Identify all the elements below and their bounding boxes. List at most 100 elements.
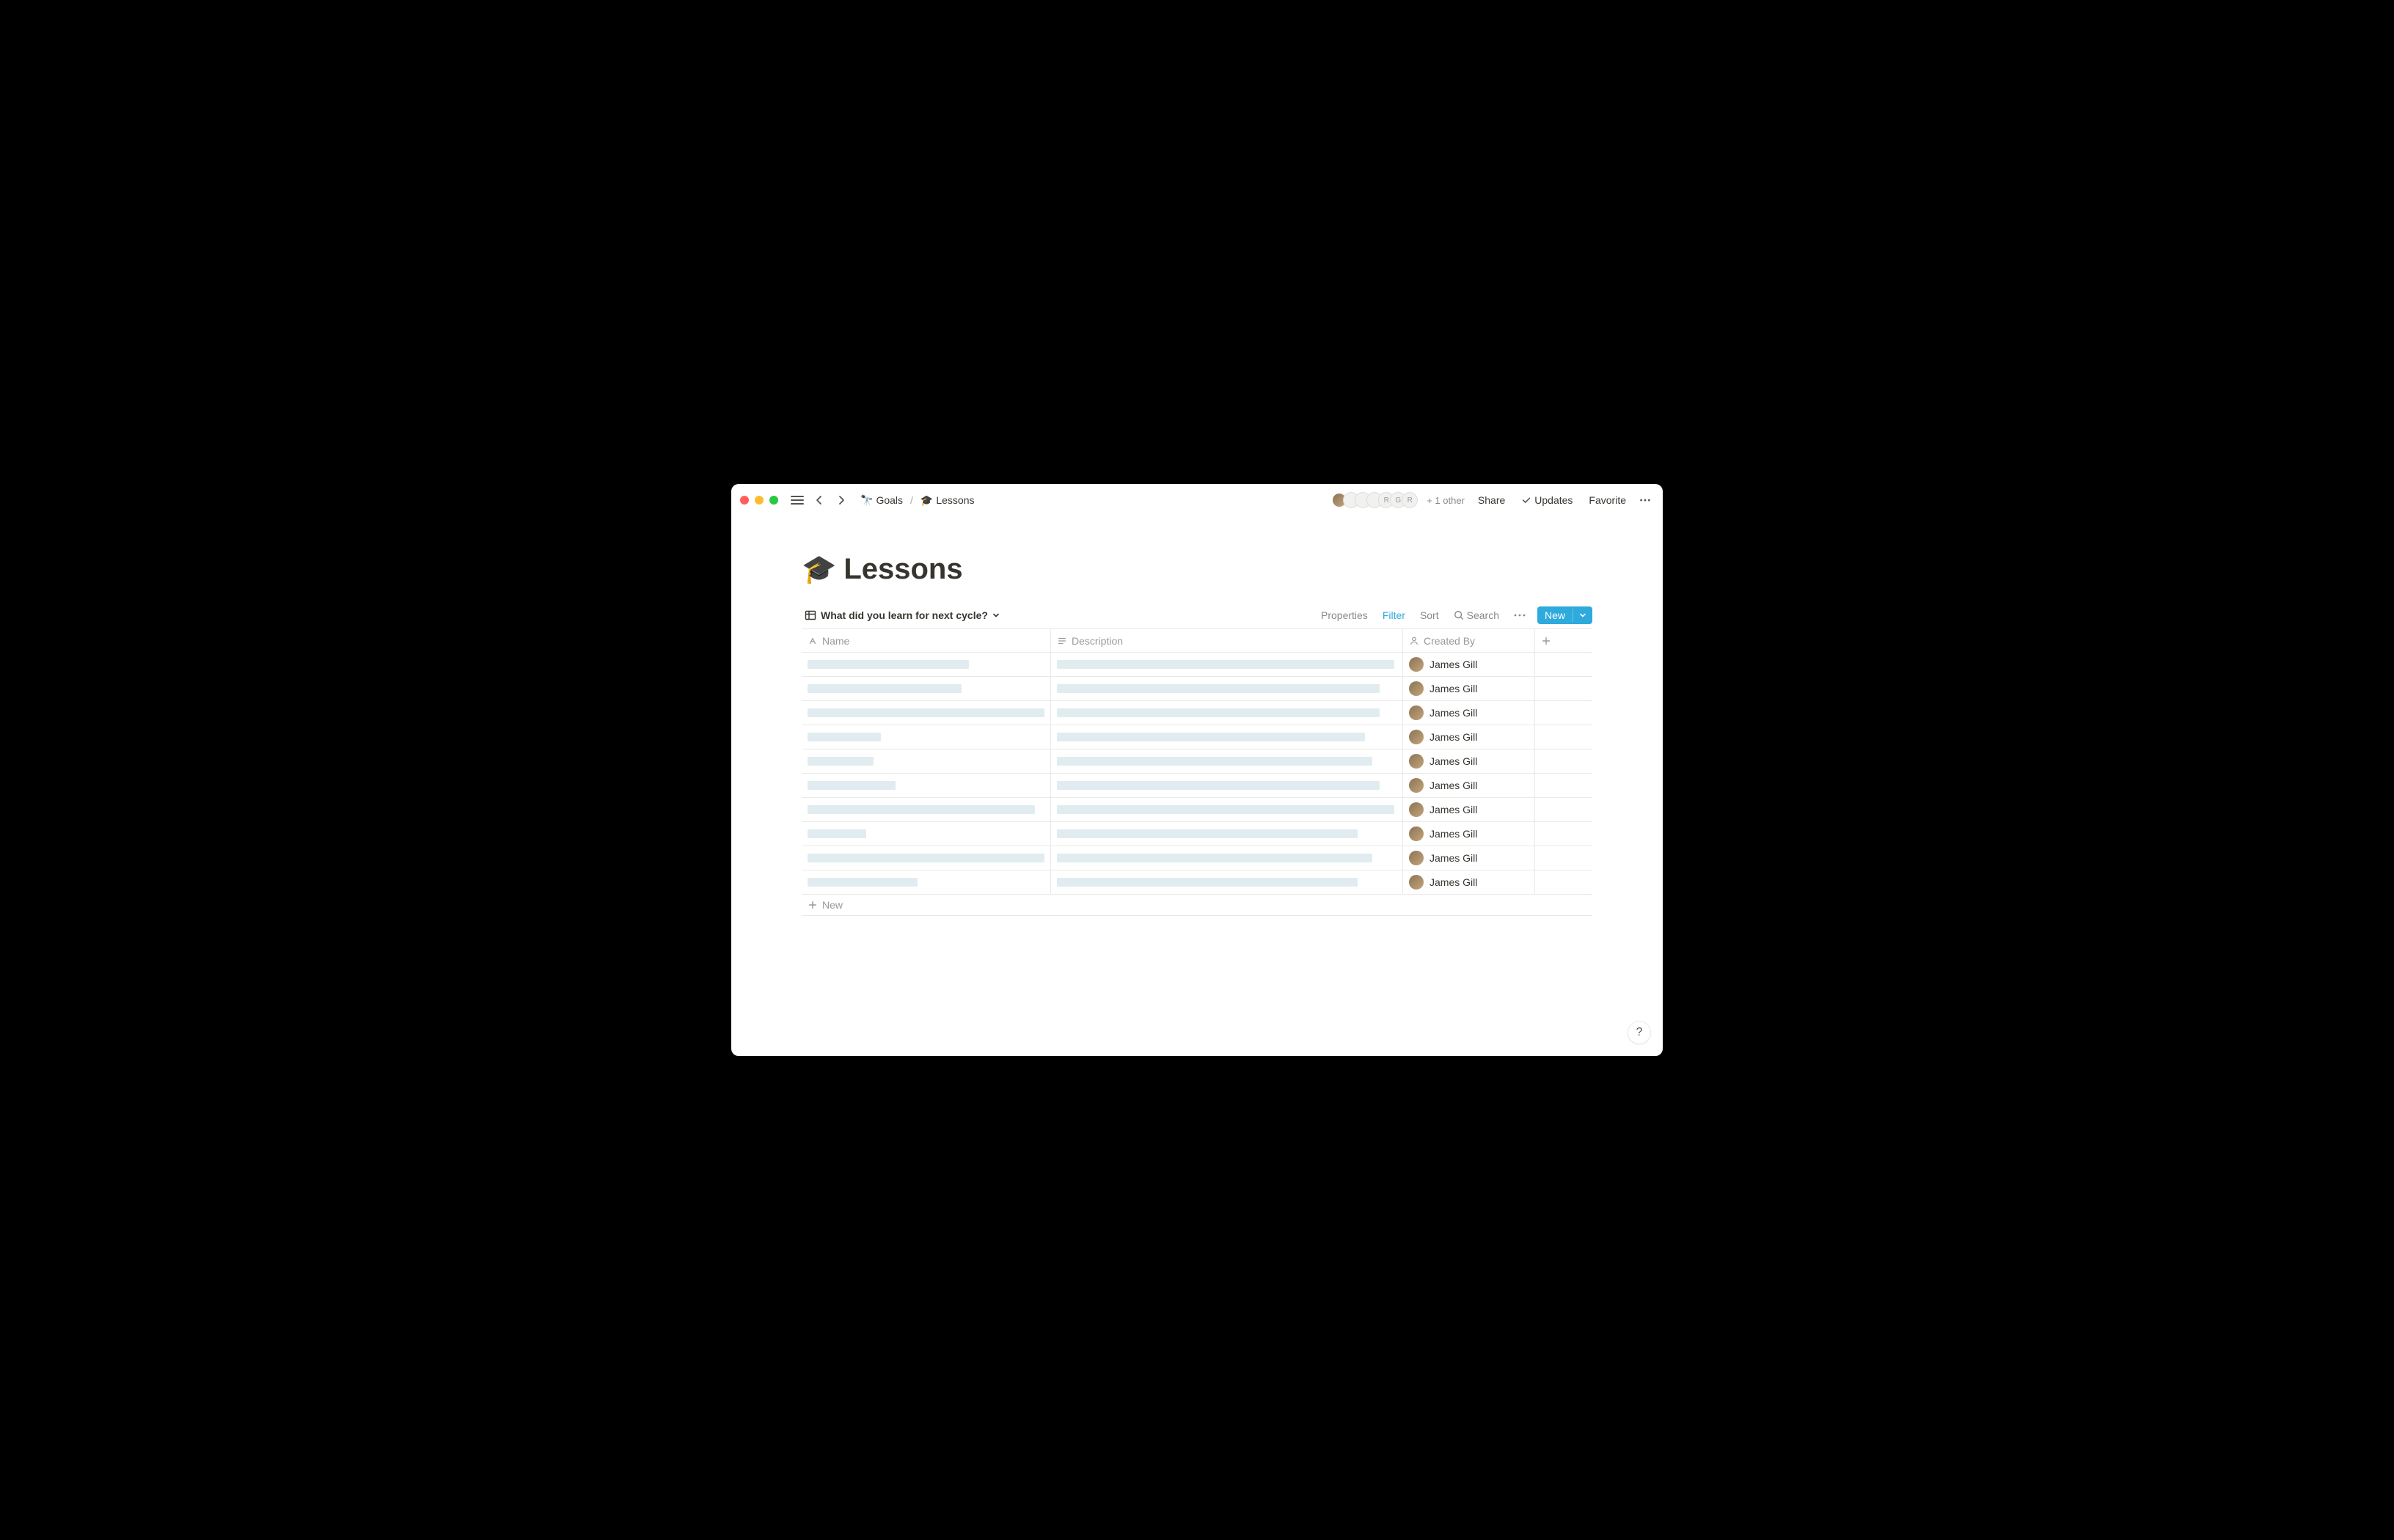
cell-created-by[interactable]: James Gill xyxy=(1403,846,1535,870)
creator-name: James Gill xyxy=(1430,804,1477,815)
properties-button[interactable]: Properties xyxy=(1318,608,1371,623)
redacted-text xyxy=(808,684,962,693)
help-button[interactable]: ? xyxy=(1628,1021,1651,1044)
new-button[interactable]: New xyxy=(1537,606,1592,624)
app-window: 🔭 Goals / 🎓 Lessons R G R + 1 other Shar… xyxy=(731,484,1663,1056)
cell-description[interactable] xyxy=(1051,846,1403,870)
cell-empty xyxy=(1535,677,1592,701)
column-header-created-by[interactable]: Created By xyxy=(1403,629,1535,653)
filter-button[interactable]: Filter xyxy=(1380,608,1408,623)
favorite-button[interactable]: Favorite xyxy=(1583,491,1632,509)
cell-empty xyxy=(1535,653,1592,677)
dots-icon xyxy=(1514,614,1526,617)
redacted-text xyxy=(808,878,918,887)
cell-created-by[interactable]: James Gill xyxy=(1403,653,1535,677)
cell-description[interactable] xyxy=(1051,798,1403,822)
close-window-button[interactable] xyxy=(740,496,749,505)
redacted-text xyxy=(808,854,1044,862)
cell-description[interactable] xyxy=(1051,749,1403,774)
redacted-text xyxy=(1057,878,1358,887)
cell-created-by[interactable]: James Gill xyxy=(1403,774,1535,798)
cell-created-by[interactable]: James Gill xyxy=(1403,677,1535,701)
cell-created-by[interactable]: James Gill xyxy=(1403,870,1535,895)
creator-name: James Gill xyxy=(1430,828,1477,840)
avatar-letter: R xyxy=(1402,492,1418,508)
avatar xyxy=(1409,657,1424,672)
window-controls xyxy=(740,496,778,505)
cell-created-by[interactable]: James Gill xyxy=(1403,822,1535,846)
cell-name[interactable] xyxy=(802,798,1051,822)
avatar xyxy=(1409,826,1424,841)
cell-created-by[interactable]: James Gill xyxy=(1403,725,1535,749)
maximize-window-button[interactable] xyxy=(769,496,778,505)
breadcrumb-current[interactable]: 🎓 Lessons xyxy=(918,493,978,508)
updates-button[interactable]: Updates xyxy=(1515,491,1578,509)
avatar xyxy=(1409,875,1424,890)
cell-name[interactable] xyxy=(802,725,1051,749)
redacted-text xyxy=(1057,684,1380,693)
add-column-button[interactable] xyxy=(1535,629,1592,653)
new-button-dropdown[interactable] xyxy=(1573,609,1592,622)
redacted-text xyxy=(808,660,969,669)
cell-empty xyxy=(1535,870,1592,895)
cell-description[interactable] xyxy=(1051,870,1403,895)
cell-name[interactable] xyxy=(802,846,1051,870)
cell-description[interactable] xyxy=(1051,725,1403,749)
cell-empty xyxy=(1535,846,1592,870)
cell-name[interactable] xyxy=(802,701,1051,725)
add-row-button[interactable]: New xyxy=(802,895,1592,916)
sidebar-toggle-button[interactable] xyxy=(788,491,806,509)
check-icon xyxy=(1521,495,1531,505)
cell-description[interactable] xyxy=(1051,653,1403,677)
cell-name[interactable] xyxy=(802,677,1051,701)
cell-name[interactable] xyxy=(802,653,1051,677)
text-icon xyxy=(1057,636,1067,646)
column-name-label: Name xyxy=(822,635,849,647)
cell-name[interactable] xyxy=(802,749,1051,774)
breadcrumb-separator: / xyxy=(910,494,913,506)
creator-name: James Gill xyxy=(1430,755,1477,767)
view-selector[interactable]: What did you learn for next cycle? xyxy=(802,608,1003,623)
breadcrumb-parent[interactable]: 🔭 Goals xyxy=(857,493,906,508)
cell-name[interactable] xyxy=(802,774,1051,798)
view-more-button[interactable] xyxy=(1511,612,1529,618)
cell-created-by[interactable]: James Gill xyxy=(1403,749,1535,774)
redacted-text xyxy=(1057,660,1394,669)
cell-empty xyxy=(1535,725,1592,749)
redacted-text xyxy=(808,805,1035,814)
avatar xyxy=(1409,851,1424,865)
other-collaborators-count[interactable]: + 1 other xyxy=(1427,495,1465,506)
cell-empty xyxy=(1535,749,1592,774)
cell-description[interactable] xyxy=(1051,677,1403,701)
cell-description[interactable] xyxy=(1051,774,1403,798)
avatar xyxy=(1409,778,1424,793)
cell-empty xyxy=(1535,774,1592,798)
graduation-cap-icon: 🎓 xyxy=(920,494,933,507)
search-button[interactable]: Search xyxy=(1451,608,1502,623)
page-title[interactable]: Lessons xyxy=(843,553,962,586)
page-header: 🎓 Lessons xyxy=(802,516,1592,592)
cell-created-by[interactable]: James Gill xyxy=(1403,798,1535,822)
minimize-window-button[interactable] xyxy=(755,496,764,505)
page-content: 🎓 Lessons What did you learn for next cy… xyxy=(731,516,1663,1056)
cell-name[interactable] xyxy=(802,870,1051,895)
nav-forward-button[interactable] xyxy=(832,491,850,509)
nav-back-button[interactable] xyxy=(810,491,828,509)
column-header-name[interactable]: Name xyxy=(802,629,1051,653)
column-header-description[interactable]: Description xyxy=(1051,629,1403,653)
cell-description[interactable] xyxy=(1051,701,1403,725)
cell-description[interactable] xyxy=(1051,822,1403,846)
creator-name: James Gill xyxy=(1430,659,1477,670)
avatar xyxy=(1409,802,1424,817)
chevron-down-icon xyxy=(992,612,1000,619)
cell-name[interactable] xyxy=(802,822,1051,846)
top-bar: 🔭 Goals / 🎓 Lessons R G R + 1 other Shar… xyxy=(731,484,1663,516)
avatar xyxy=(1409,730,1424,744)
more-menu-button[interactable] xyxy=(1636,491,1654,509)
cell-created-by[interactable]: James Gill xyxy=(1403,701,1535,725)
search-label: Search xyxy=(1467,609,1499,621)
share-button[interactable]: Share xyxy=(1472,491,1511,509)
collaborator-avatars[interactable]: R G R xyxy=(1336,492,1418,508)
page-icon[interactable]: 🎓 xyxy=(802,556,836,584)
sort-button[interactable]: Sort xyxy=(1417,608,1442,623)
